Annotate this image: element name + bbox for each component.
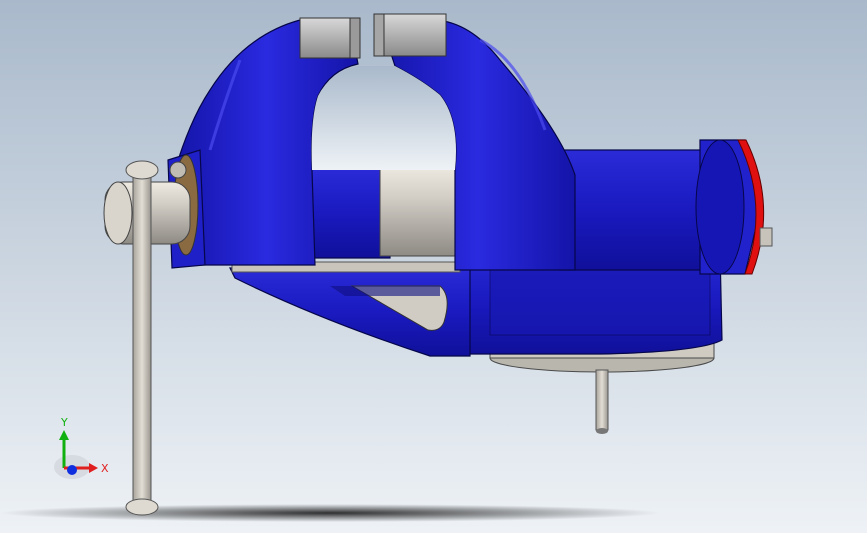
steel-slide[interactable] (379, 165, 461, 257)
3d-model-viewport[interactable]: Y X (0, 0, 867, 533)
y-axis-label: Y (60, 416, 68, 429)
vise-model-canvas[interactable]: Y X (0, 0, 867, 533)
base-pin[interactable] (595, 369, 609, 434)
ring-bolt[interactable] (759, 227, 773, 247)
jaw-pad-left[interactable] (299, 17, 361, 59)
rear-cylinder[interactable] (559, 139, 761, 275)
jaw-pad-right[interactable] (373, 13, 447, 57)
z-axis-dot (67, 465, 77, 475)
x-axis-label: X (101, 462, 109, 475)
screw-nut[interactable] (169, 161, 187, 179)
floor-shadow (0, 504, 660, 522)
